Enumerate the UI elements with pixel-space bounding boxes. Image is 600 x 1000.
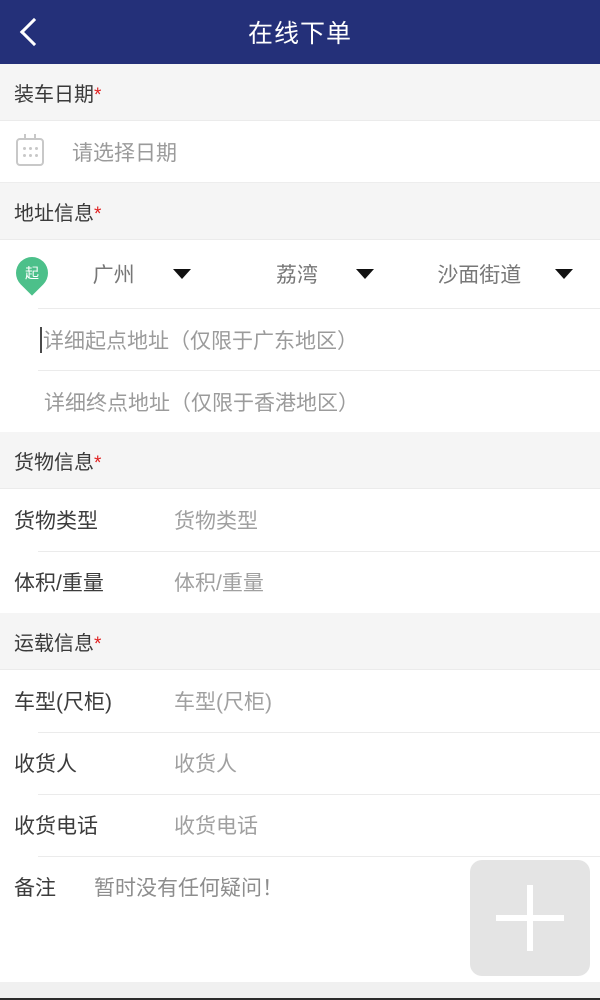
chevron-left-icon: [19, 17, 49, 47]
remark-label: 备注: [14, 877, 56, 900]
row-cargo-type[interactable]: 货物类型 货物类型: [0, 489, 600, 551]
row-value: 体积/重量: [174, 572, 264, 595]
origin-address-input[interactable]: 详细起点地址（仅限于广东地区）: [38, 308, 600, 370]
row-label: 体积/重量: [14, 572, 104, 595]
row-vehicle-type[interactable]: 车型(尺柜) 车型(尺柜): [0, 670, 600, 732]
add-attachment-button[interactable]: [470, 860, 590, 976]
app-header: 在线下单: [0, 0, 600, 64]
remark-value: 暂时没有任何疑问！: [94, 877, 283, 900]
section-header-address: 地址信息*: [0, 183, 600, 240]
section-title-address: 地址信息: [14, 203, 94, 225]
address-card: 起 广州 荔湾 沙面街道 详细起点地址（仅限于广东地区） 详细终点地址（仅限于香…: [0, 240, 600, 432]
map-pin-body: 起: [9, 250, 55, 296]
section-header-load-date: 装车日期*: [0, 64, 600, 121]
calendar-icon: [16, 133, 44, 166]
destination-address-placeholder: 详细终点地址（仅限于香港地区）: [44, 391, 359, 415]
row-value: 收货电话: [174, 815, 258, 838]
section-header-transport: 运载信息*: [0, 613, 600, 670]
row-volume-weight[interactable]: 体积/重量 体积/重量: [0, 551, 600, 613]
required-asterisk: *: [94, 85, 102, 106]
row-value: 车型(尺柜): [174, 691, 272, 714]
row-label: 收货电话: [14, 815, 98, 838]
required-asterisk: *: [94, 453, 102, 474]
row-label: 收货人: [14, 753, 77, 776]
row-value: 收货人: [174, 753, 237, 776]
row-label: 车型(尺柜): [14, 691, 112, 714]
section-title-transport: 运载信息: [14, 633, 94, 655]
select-street-value: 沙面街道: [437, 264, 522, 287]
map-pin-icon: 起: [9, 250, 55, 296]
select-district-value: 荔湾: [275, 264, 318, 287]
row-value: 货物类型: [174, 510, 258, 533]
caret-down-icon: [172, 269, 191, 279]
row-label: 货物类型: [14, 510, 98, 533]
origin-address-placeholder: 详细起点地址（仅限于广东地区）: [43, 329, 358, 353]
row-consignee[interactable]: 收货人 收货人: [0, 732, 600, 794]
caret-down-icon: [355, 269, 374, 279]
page-title: 在线下单: [247, 20, 352, 48]
select-city[interactable]: 广州: [50, 259, 233, 289]
date-picker-row[interactable]: 请选择日期: [0, 121, 600, 183]
destination-address-input[interactable]: 详细终点地址（仅限于香港地区）: [38, 370, 600, 432]
section-header-cargo: 货物信息*: [0, 432, 600, 489]
select-street[interactable]: 沙面街道: [417, 259, 600, 289]
section-title-cargo: 货物信息: [14, 452, 94, 474]
back-button[interactable]: [0, 0, 62, 64]
required-asterisk: *: [94, 634, 102, 655]
text-cursor: [40, 326, 42, 353]
select-city-value: 广州: [92, 264, 135, 287]
bottom-strip: [0, 982, 600, 998]
online-order-screen: 在线下单 装车日期* 请选择日期 地址信息* 起 广州 荔湾 沙面街道 详细起点…: [0, 0, 600, 1000]
date-placeholder: 请选择日期: [72, 141, 177, 165]
caret-down-icon: [555, 269, 574, 279]
cargo-card: 货物类型 货物类型 体积/重量 体积/重量: [0, 489, 600, 613]
required-asterisk: *: [94, 204, 102, 225]
row-consignee-phone[interactable]: 收货电话 收货电话: [0, 794, 600, 856]
map-pin-label: 起: [25, 265, 39, 281]
calendar-dots: [21, 146, 39, 157]
select-district[interactable]: 荔湾: [233, 259, 416, 289]
region-selector-row: 起 广州 荔湾 沙面街道: [0, 240, 600, 308]
region-selects: 广州 荔湾 沙面街道: [50, 259, 600, 289]
section-title-load-date: 装车日期: [14, 84, 94, 106]
